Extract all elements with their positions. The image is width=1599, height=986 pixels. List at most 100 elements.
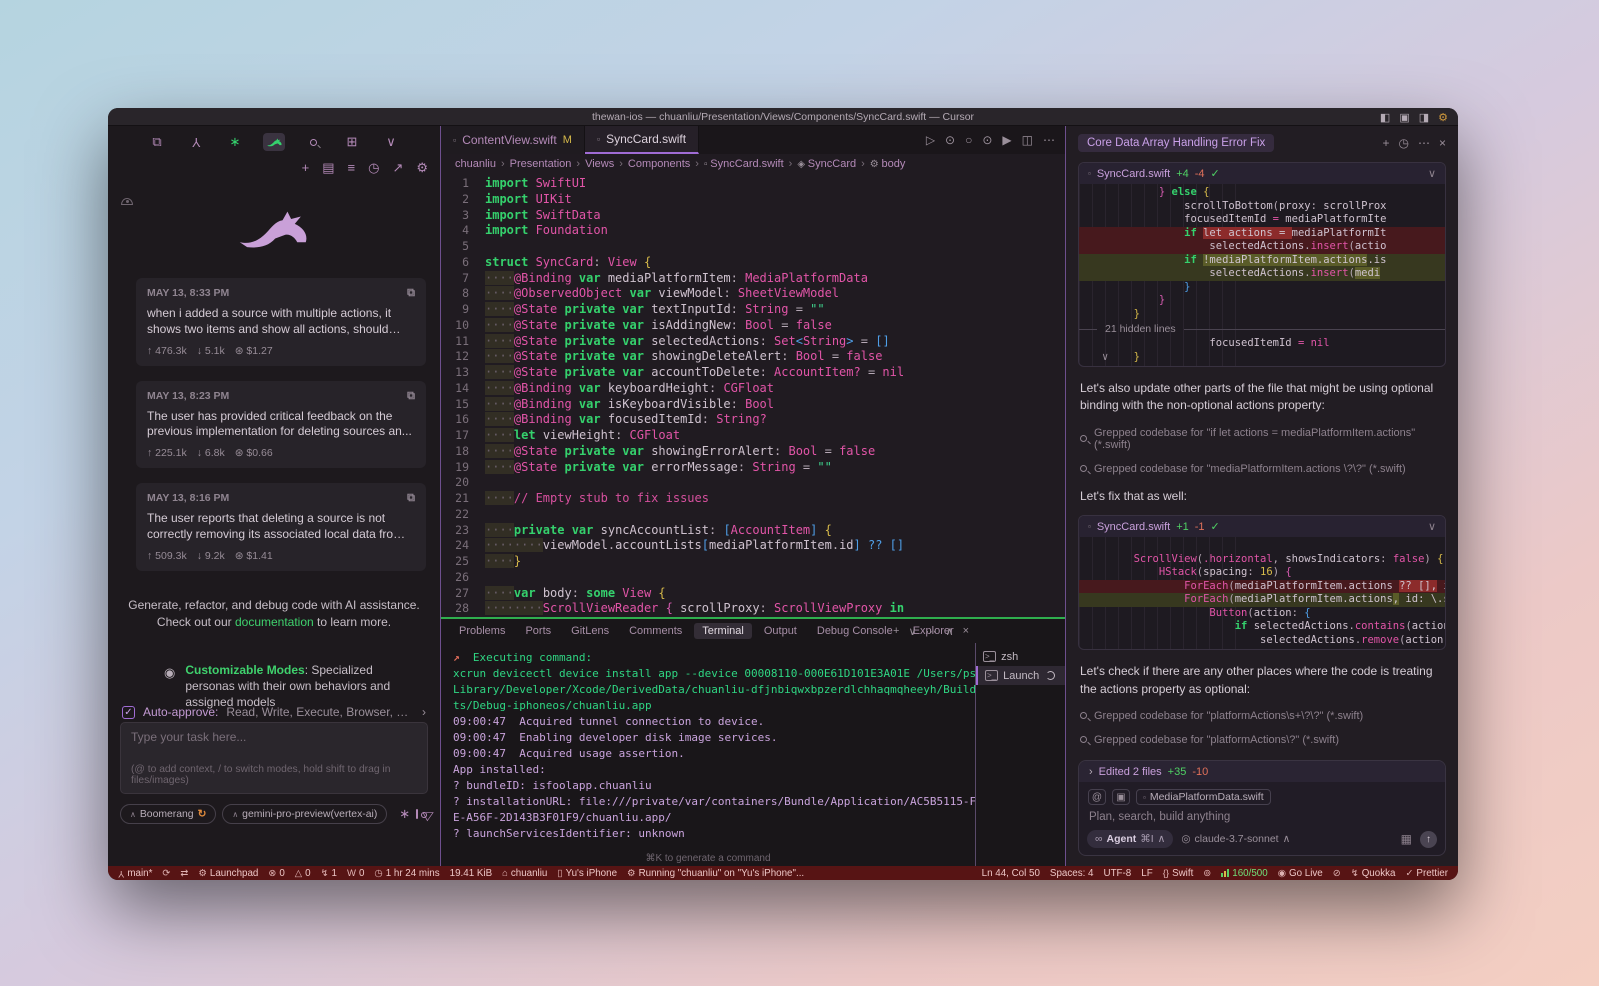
encoding[interactable]: UTF-8 bbox=[1104, 868, 1132, 879]
run-icon[interactable]: ▷ bbox=[926, 133, 935, 147]
window-titlebar[interactable]: thewan-ios — chuanliu/Presentation/Views… bbox=[108, 108, 1458, 126]
history-task-card[interactable]: MAY 13, 8:33 PM⧉when i added a source wi… bbox=[136, 278, 426, 366]
mode-selector[interactable]: ∧ Boomerang ↻ bbox=[120, 804, 216, 824]
copy-task-icon[interactable]: ⧉ bbox=[407, 287, 415, 300]
documentation-link[interactable]: documentation bbox=[235, 615, 314, 629]
run-circle-icon[interactable]: ▶ bbox=[1002, 133, 1011, 147]
panel-tab-comments[interactable]: Comments bbox=[621, 623, 690, 639]
panel-tab-debug-console[interactable]: Debug Console bbox=[809, 623, 901, 639]
more-icon[interactable]: ⋯ bbox=[926, 625, 937, 638]
chat-input[interactable] bbox=[1079, 805, 1445, 827]
language-mode[interactable]: {}Swift bbox=[1163, 868, 1194, 879]
auto-approve-row[interactable]: ✓ Auto-approve: Read, Write, Execute, Br… bbox=[108, 705, 440, 719]
task-input-box[interactable]: (@ to add context, / to switch modes, ho… bbox=[120, 722, 428, 794]
chat-input-card[interactable]: › Edited 2 files +35 -10 @ ▣ ▫ MediaPlat… bbox=[1078, 760, 1446, 856]
settings-gear-icon[interactable]: ⚙ bbox=[1438, 111, 1448, 124]
breadcrumb-item[interactable]: Views bbox=[585, 158, 614, 170]
layout-panel-icon[interactable]: ▣ bbox=[1399, 111, 1409, 124]
history-icon[interactable]: ◷ bbox=[368, 160, 379, 176]
history-task-card[interactable]: MAY 13, 8:23 PM⧉The user has provided cr… bbox=[136, 381, 426, 469]
running-task-icon[interactable]: ⚙Running "chuanliu" on "Yu's iPhone"... bbox=[627, 868, 804, 879]
history-task-card[interactable]: MAY 13, 8:16 PM⧉The user reports that de… bbox=[136, 483, 426, 571]
breadcrumb-item[interactable]: chuanliu bbox=[455, 158, 496, 170]
compare-icon[interactable]: ⇄ bbox=[180, 868, 188, 879]
layout-sidebar-left-icon[interactable]: ◧ bbox=[1380, 111, 1390, 124]
device-icon[interactable]: ▯Yu's iPhone bbox=[557, 868, 617, 879]
breadcrumb-item[interactable]: ◈ SyncCard bbox=[797, 158, 856, 170]
session-time-icon[interactable]: ◷1 hr 24 mins bbox=[374, 868, 439, 879]
add-context-button[interactable]: @ bbox=[1088, 789, 1106, 805]
panel-tab-output[interactable]: Output bbox=[756, 623, 805, 639]
new-chat-plus-icon[interactable]: + bbox=[1382, 136, 1389, 150]
send-task-icon[interactable]: ▷ bbox=[421, 805, 437, 824]
camera-icon[interactable] bbox=[416, 809, 418, 819]
grep-result-row[interactable]: Grepped codebase for "mediaPlatformItem.… bbox=[1080, 463, 1444, 475]
editor-tab-contentview-swift[interactable]: ▫ContentView.swiftM bbox=[441, 126, 585, 154]
maximize-panel-icon[interactable]: ∧ bbox=[946, 625, 954, 638]
eye-icon[interactable] bbox=[121, 198, 133, 205]
panel-tab-problems[interactable]: Problems bbox=[451, 623, 513, 639]
errors-icon[interactable]: ⊗0 bbox=[268, 868, 284, 879]
search-icon[interactable] bbox=[302, 133, 324, 151]
agent-mode-selector[interactable]: ∞ Agent ⌘I ∧ bbox=[1087, 830, 1173, 848]
roo-kangaroo-icon[interactable] bbox=[263, 133, 285, 151]
grep-result-row[interactable]: Grepped codebase for "platformActions\?"… bbox=[1080, 734, 1444, 746]
grep-result-row[interactable]: Grepped codebase for "platformActions\s+… bbox=[1080, 710, 1444, 722]
close-panel-icon[interactable]: × bbox=[963, 625, 969, 637]
block-icon[interactable]: ⊘ bbox=[1333, 868, 1341, 879]
list-icon[interactable]: ≡ bbox=[348, 160, 356, 176]
hidden-lines-divider[interactable]: 21 hidden lines bbox=[1079, 321, 1445, 337]
launchpad-icon[interactable]: ⚙Launchpad bbox=[198, 868, 258, 879]
terminal-dropdown-icon[interactable]: ∨ bbox=[908, 625, 916, 638]
chevron-down-icon[interactable]: ∨ bbox=[1428, 167, 1436, 180]
attach-file-button[interactable]: ▣ bbox=[1112, 789, 1130, 805]
chevron-down-icon[interactable]: ∨ bbox=[1428, 520, 1436, 533]
step-back-icon[interactable]: ⊙ bbox=[945, 133, 955, 147]
grep-result-row[interactable]: Grepped codebase for "if let actions = m… bbox=[1080, 427, 1444, 451]
copy-task-icon[interactable]: ⧉ bbox=[407, 390, 415, 403]
task-input[interactable] bbox=[131, 730, 417, 760]
terminal-session-zsh[interactable]: >_zsh bbox=[976, 647, 1065, 666]
enhance-prompt-icon[interactable]: ∗ bbox=[399, 806, 410, 822]
record-icon[interactable]: ○ bbox=[965, 133, 972, 147]
model-selector[interactable]: ∧ gemini-pro-preview(vertex-ai) bbox=[222, 804, 387, 824]
layout-sidebar-right-icon[interactable]: ◨ bbox=[1419, 111, 1429, 124]
sync-icon[interactable]: ⟳ bbox=[162, 868, 170, 879]
step-forward-icon[interactable]: ⊙ bbox=[982, 133, 992, 147]
send-message-button[interactable]: ↑ bbox=[1420, 831, 1437, 848]
settings-gear-icon[interactable]: ⚙ bbox=[416, 160, 428, 176]
context-file-chip[interactable]: ▫ MediaPlatformData.swift bbox=[1136, 789, 1271, 805]
panel-tab-terminal[interactable]: Terminal bbox=[694, 623, 752, 639]
indentation[interactable]: Spaces: 4 bbox=[1050, 868, 1094, 879]
auto-approve-checkbox[interactable]: ✓ bbox=[122, 706, 135, 719]
image-attach-icon[interactable]: ▦ bbox=[1401, 832, 1412, 846]
bandwidth-label[interactable]: 19.41 KiB bbox=[450, 868, 492, 879]
eol[interactable]: LF bbox=[1141, 868, 1152, 879]
go-live-icon[interactable]: ◉Go Live bbox=[1278, 868, 1323, 879]
breadcrumb-item[interactable]: Presentation bbox=[510, 158, 572, 170]
close-icon[interactable]: × bbox=[1439, 136, 1446, 150]
breadcrumb[interactable]: chuanliu›Presentation›Views›Components›▫… bbox=[441, 154, 1065, 173]
weight-icon[interactable]: W0 bbox=[347, 868, 364, 879]
terminal-output[interactable]: ↗ Executing command:xcrun devicectl devi… bbox=[441, 643, 975, 866]
ports-icon[interactable]: ↯1 bbox=[321, 868, 337, 879]
panel-tab-ports[interactable]: Ports bbox=[517, 623, 559, 639]
chevron-right-icon[interactable]: › bbox=[422, 705, 426, 719]
extensions-grid-icon[interactable]: ⊞ bbox=[341, 133, 363, 151]
clipboard-icon[interactable]: ▤ bbox=[322, 160, 334, 176]
prompts-icon[interactable]: ∗ bbox=[224, 133, 246, 151]
breadcrumb-item[interactable]: ⚙ body bbox=[870, 158, 906, 170]
usage-meter[interactable]: 160/500 bbox=[1221, 868, 1267, 879]
copy-task-icon[interactable]: ⧉ bbox=[407, 492, 415, 505]
edited-files-summary[interactable]: › Edited 2 files +35 -10 bbox=[1079, 761, 1445, 782]
new-task-plus-icon[interactable]: + bbox=[302, 160, 310, 176]
new-terminal-icon[interactable]: + bbox=[893, 625, 899, 637]
chevron-down-icon[interactable]: ∨ bbox=[380, 133, 402, 151]
git-branch-icon[interactable]: Ymain* bbox=[118, 868, 152, 879]
workspace-icon[interactable]: ⌂chuanliu bbox=[502, 868, 547, 879]
chat-history-icon[interactable]: ◷ bbox=[1399, 136, 1409, 150]
copy-icon[interactable]: ⧉ bbox=[146, 133, 168, 151]
terminal-session-launch[interactable]: >_Launch bbox=[976, 666, 1065, 685]
prettier-icon[interactable]: ✓Prettier bbox=[1405, 868, 1448, 879]
breadcrumb-item[interactable]: ▫ SyncCard.swift bbox=[704, 158, 784, 170]
